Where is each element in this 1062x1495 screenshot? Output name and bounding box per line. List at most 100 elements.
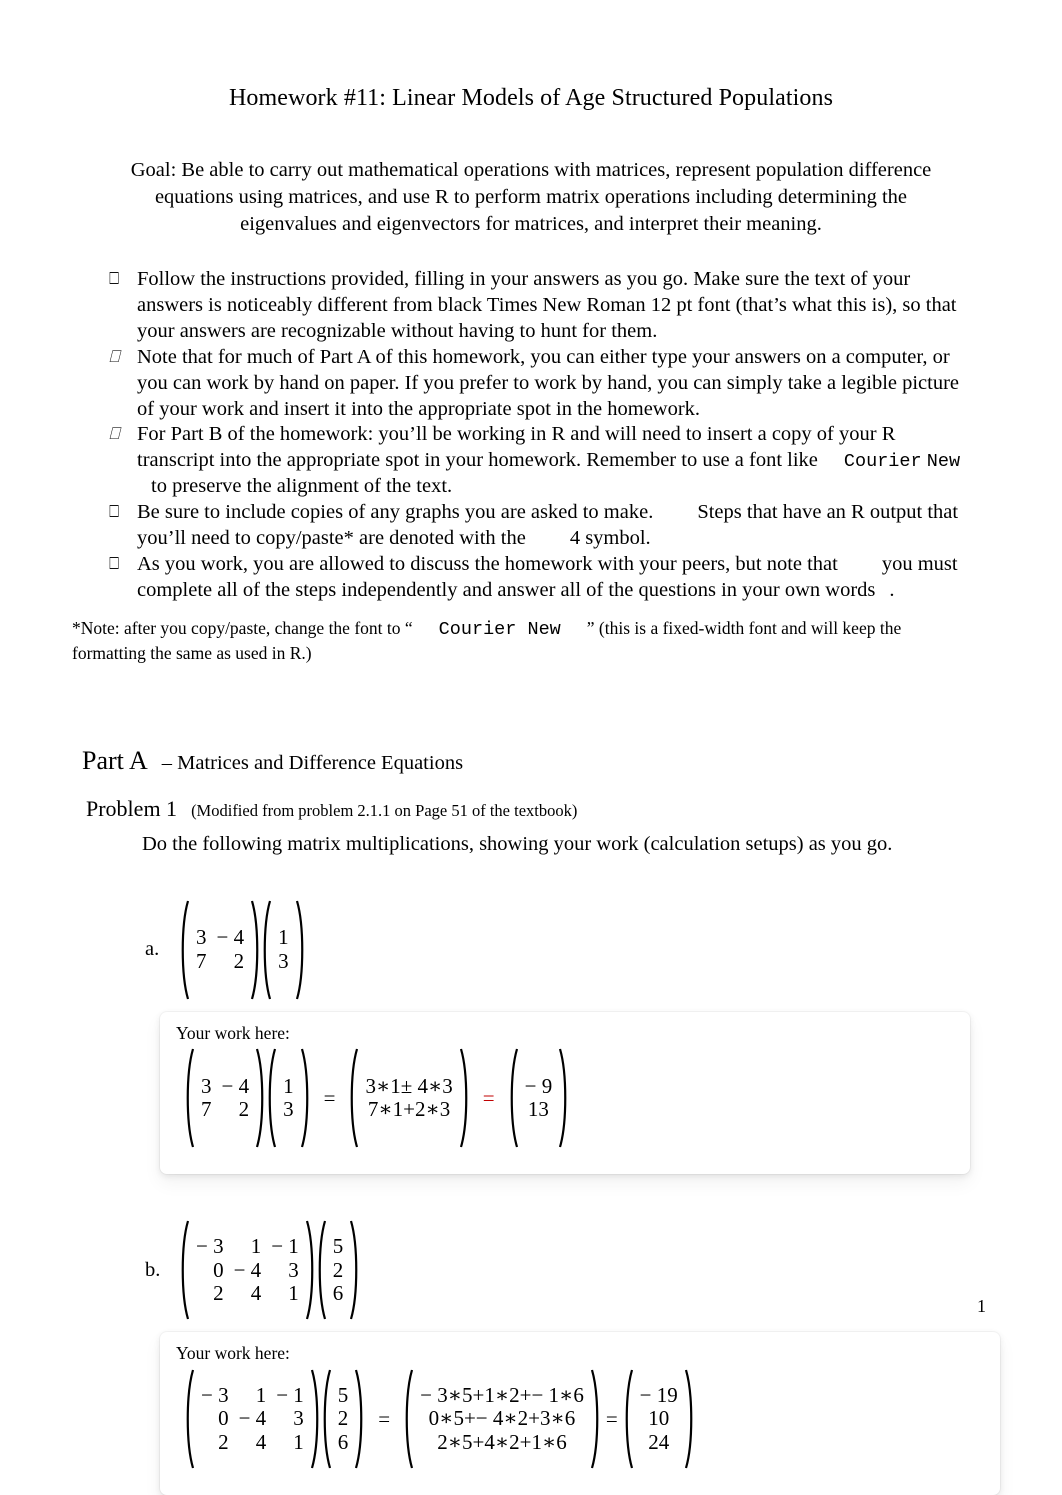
vector-b-2x1: 1 3 bbox=[266, 1048, 311, 1148]
work-box-content-b[interactable]: − 3 1 − 1 0 − 4 3 2 4 1 5 2 6 = − 3∗5+1∗… bbox=[160, 1365, 1000, 1469]
list-item: ⎕ Note that for much of Part A of this h… bbox=[100, 345, 964, 423]
matrix-cell: 3 bbox=[288, 1257, 299, 1282]
left-paren-icon bbox=[179, 900, 189, 1000]
matrix-cell: 6 bbox=[337, 1429, 349, 1454]
work-box-label: Your work here: bbox=[176, 1022, 290, 1043]
list-item: ⎕ For Part B of the homework: you’ll be … bbox=[100, 422, 964, 500]
matrix-cell: 0 bbox=[218, 1406, 229, 1431]
setup-cells: 3∗1± 4∗3 7∗1+2∗3 bbox=[358, 1074, 459, 1123]
solution-expression-b: − 3 1 − 1 0 − 4 3 2 4 1 5 2 6 = − 3∗5+1∗… bbox=[184, 1369, 695, 1469]
right-paren-icon bbox=[296, 900, 306, 1000]
result-vector-a: − 9 13 bbox=[508, 1048, 570, 1148]
vector-cells: 5 2 6 bbox=[326, 1234, 351, 1307]
matrix-cell: − 3∗5+1∗2+− 1∗6 bbox=[420, 1382, 584, 1407]
matrix-cell: 4 bbox=[255, 1429, 267, 1454]
matrix-a-2x2: 3 − 4 7 2 bbox=[184, 1048, 266, 1148]
matrix-cell: − 4 bbox=[233, 1257, 262, 1282]
list-item: ⎕ Be sure to include copies of any graph… bbox=[100, 500, 964, 552]
bullet-box-icon: ⎕ bbox=[109, 502, 120, 523]
right-paren-icon bbox=[355, 1369, 365, 1469]
matrix-cell: 2 bbox=[332, 1257, 344, 1282]
matrix-cell: − 4 bbox=[221, 1073, 250, 1098]
matrix-cell: 1 bbox=[293, 1429, 304, 1454]
equals-sign-1: = bbox=[378, 1406, 391, 1431]
right-paren-icon bbox=[306, 1220, 316, 1320]
matrix-cell: 1 bbox=[288, 1281, 299, 1306]
emphasis-own-words: own words bbox=[784, 579, 876, 601]
page-title: Homework #11: Linear Models of Age Struc… bbox=[228, 85, 834, 111]
problem-item-b: b. − 3 1 − 1 0 − 4 3 2 4 1 5 2 6 bbox=[0, 1220, 1062, 1320]
matrix-b-3x3: − 3 1 − 1 0 − 4 3 2 4 1 bbox=[184, 1369, 321, 1469]
matrix-cell: 3∗1± 4∗3 bbox=[365, 1073, 453, 1098]
item-letter-a: a. bbox=[145, 938, 160, 961]
list-item-text-pre: As you work, you are allowed to discuss … bbox=[137, 553, 838, 576]
list-item-text-end: . bbox=[889, 579, 895, 601]
left-paren-icon bbox=[348, 1048, 358, 1148]
part-a-heading: Part A – Matrices and Difference Equation… bbox=[0, 665, 1062, 781]
right-paren-icon bbox=[256, 1048, 266, 1148]
matrix-cell: 0 bbox=[213, 1257, 224, 1282]
setup-cells: − 3∗5+1∗2+− 1∗6 0∗5+− 4∗2+3∗6 2∗5+4∗2+1∗… bbox=[413, 1383, 591, 1456]
list-item-text: Note that for much of Part A of this hom… bbox=[137, 345, 960, 420]
problem-1-heading: Problem 1 (Modified from problem 2.1.1 on… bbox=[0, 781, 1062, 827]
font-name-courier: Courier bbox=[843, 451, 922, 473]
setup-matrix-b: − 3∗5+1∗2+− 1∗6 0∗5+− 4∗2+3∗6 2∗5+4∗2+1∗… bbox=[403, 1369, 601, 1469]
bullet-box-icon: ⎕ bbox=[109, 346, 120, 367]
equals-sign-1: = bbox=[323, 1085, 336, 1110]
right-paren-icon bbox=[301, 1048, 311, 1148]
left-paren-icon bbox=[623, 1369, 633, 1469]
right-paren-icon bbox=[311, 1369, 321, 1469]
expression-b: − 3 1 − 1 0 − 4 3 2 4 1 5 2 6 bbox=[179, 1220, 360, 1320]
matrix-a-cells: 3 − 4 7 2 bbox=[194, 1074, 256, 1123]
vector-b-2x1: 1 3 bbox=[261, 900, 306, 1000]
left-paren-icon bbox=[508, 1048, 518, 1148]
matrix-cell: 1 bbox=[250, 1234, 262, 1259]
output-symbol: 4 bbox=[569, 527, 581, 550]
list-item-text-pre: For Part B of the homework: you’ll be wo… bbox=[137, 423, 896, 472]
list-item-text-post: symbol. bbox=[585, 527, 651, 550]
problem-1-source-note: (Modified from problem 2.1.1 on Page 51 … bbox=[191, 800, 578, 820]
item-letter-b: b. bbox=[145, 1258, 161, 1281]
right-paren-icon bbox=[591, 1369, 601, 1469]
list-item: ⎕ Follow the instructions provided, fill… bbox=[100, 267, 964, 345]
matrix-cell: 2 bbox=[213, 1281, 224, 1306]
footnote: *Note: after you copy/paste, change the … bbox=[0, 604, 1062, 665]
left-paren-icon bbox=[316, 1220, 326, 1320]
matrix-cell: 2∗5+4∗2+1∗6 bbox=[437, 1429, 567, 1454]
vector-cells: 1 3 bbox=[276, 1074, 301, 1123]
matrix-b-3x3: − 3 1 − 1 0 − 4 3 2 4 1 bbox=[179, 1220, 316, 1320]
matrix-cell: 3 bbox=[278, 948, 289, 973]
part-a-heading-inner: Part A – Matrices and Difference Equation… bbox=[80, 745, 471, 781]
right-paren-icon bbox=[350, 1220, 360, 1320]
right-paren-icon bbox=[685, 1369, 695, 1469]
font-name-new: New bbox=[926, 451, 961, 473]
matrix-cell: − 9 bbox=[524, 1073, 553, 1098]
work-box-b[interactable]: Your work here: − 3 1 − 1 0 − 4 3 2 4 1 bbox=[160, 1332, 1000, 1495]
list-item-text: For Part B of the homework: you’ll be wo… bbox=[137, 422, 964, 500]
matrix-cell: 2 bbox=[337, 1406, 349, 1431]
list-item-text-post: to preserve the alignment of the text. bbox=[151, 475, 453, 498]
vector-cells: 5 2 6 bbox=[331, 1383, 356, 1456]
matrix-cell: 3 bbox=[201, 1073, 212, 1098]
left-paren-icon bbox=[321, 1369, 331, 1469]
matrix-cell: 24 bbox=[648, 1429, 670, 1454]
matrix-cell: 7 bbox=[201, 1097, 212, 1122]
matrix-cell: 2 bbox=[218, 1429, 229, 1454]
list-item-text: As you work, you are allowed to discuss … bbox=[137, 552, 964, 604]
footnote-font-name: Courier New bbox=[438, 618, 561, 640]
matrix-cell: 1 bbox=[255, 1382, 267, 1407]
matrix-cell: 2 bbox=[238, 1097, 250, 1122]
matrix-a-2x2: 3 − 4 7 2 bbox=[179, 900, 261, 1000]
page-number: 1 bbox=[977, 1296, 986, 1316]
bullet-box-icon: ⎕ bbox=[109, 268, 120, 289]
work-box-a[interactable]: Your work here: 3 − 4 7 2 1 3 = 3∗1± 4∗3… bbox=[160, 1011, 970, 1175]
part-a-subtitle: – Matrices and Difference Equations bbox=[161, 751, 464, 774]
work-box-content-a[interactable]: 3 − 4 7 2 1 3 = 3∗1± 4∗3 7∗1+2∗3 = − 9 1… bbox=[160, 1044, 970, 1148]
bullet-box-icon: ⎕ bbox=[109, 424, 120, 445]
matrix-cell: − 3 bbox=[196, 1234, 224, 1259]
matrix-cell: 0∗5+− 4∗2+3∗6 bbox=[428, 1406, 576, 1431]
result-vector-b: − 19 10 24 bbox=[623, 1369, 695, 1469]
matrix-cell: 3 bbox=[196, 925, 207, 950]
vector-b-3x1: 5 2 6 bbox=[316, 1220, 361, 1320]
left-paren-icon bbox=[184, 1048, 194, 1148]
